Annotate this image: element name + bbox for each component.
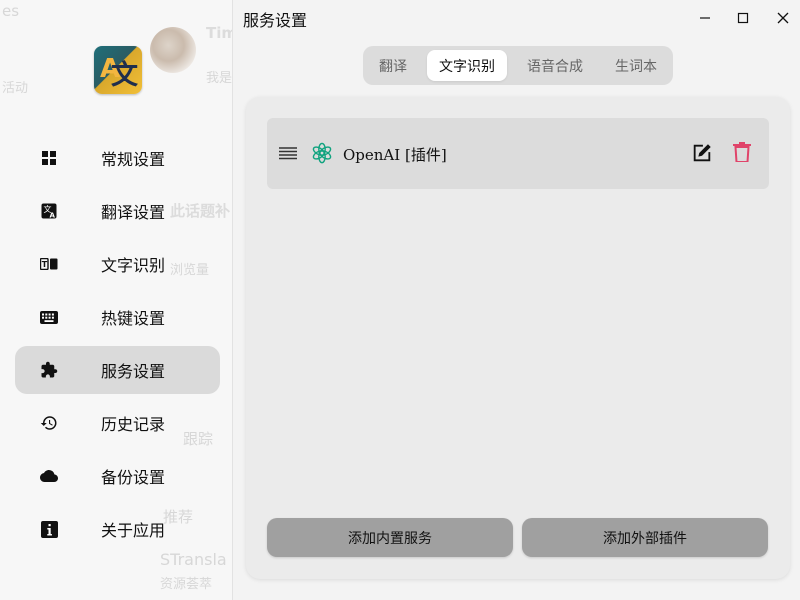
translate-icon: 文A [40,202,58,220]
add-external-plugin-button[interactable]: 添加外部插件 [522,518,768,557]
sidebar-item-label: 关于应用 [101,521,166,540]
sidebar-item-services[interactable]: 服务设置 [15,346,220,394]
tab-tts[interactable]: 语音合成 [515,50,595,81]
ghost-avatar [150,27,196,73]
drag-handle-icon[interactable] [279,145,297,164]
window-title: 服务设置 [243,11,308,30]
edit-icon[interactable] [691,142,713,168]
maximize-button[interactable] [728,4,758,32]
tab-translate[interactable]: 翻译 [367,50,419,81]
sidebar-item-label: 文字识别 [101,256,166,275]
keyboard-icon [40,308,58,326]
ocr-icon: T [40,255,58,273]
sidebar-item-label: 常规设置 [101,150,166,169]
svg-text:T: T [42,260,48,269]
ghost-text-greeting: 我是 [206,71,233,86]
cloud-icon [40,467,58,485]
sidebar-item-about[interactable]: 关于应用 [15,505,220,553]
info-icon [40,520,58,538]
sidebar-item-general[interactable]: 常规设置 [15,134,220,182]
sidebar: es 活动 Tim 我是 此话题补 浏览量 分享 跟踪 推荐 STransla … [0,0,233,600]
sidebar-item-label: 历史记录 [101,415,166,434]
service-settings-window: 服务设置 翻译 文字识别 语音合成 生词本 OpenAI [插件] 添加内置服务… [233,0,800,600]
service-item[interactable]: OpenAI [插件] [267,118,769,189]
sidebar-item-hotkey[interactable]: 热键设置 [15,293,220,341]
sidebar-item-backup[interactable]: 备份设置 [15,452,220,500]
ghost-text-activity: 活动 [2,81,29,96]
service-type-tabs: 翻译 文字识别 语音合成 生词本 [363,46,673,85]
openai-icon [311,142,333,168]
sidebar-item-ocr[interactable]: T 文字识别 [15,240,220,288]
grid-icon [40,149,58,167]
tab-vocabulary[interactable]: 生词本 [603,50,669,81]
app-logo: A文 [94,46,142,94]
close-button[interactable] [768,4,798,32]
add-builtin-service-button[interactable]: 添加内置服务 [267,518,513,557]
maximize-icon [737,12,749,24]
sidebar-item-history[interactable]: 历史记录 [15,399,220,447]
history-icon [40,414,58,432]
sidebar-item-label: 热键设置 [101,309,166,328]
minimize-button[interactable] [690,4,720,32]
sidebar-item-label: 翻译设置 [101,203,166,222]
puzzle-icon [40,361,58,379]
close-icon [777,12,789,24]
sidebar-item-label: 备份设置 [101,468,166,487]
service-list-panel: OpenAI [插件] 添加内置服务 添加外部插件 [246,97,790,579]
sidebar-item-translate[interactable]: 文A 翻译设置 [15,187,220,235]
svg-text:A: A [50,212,56,220]
tab-ocr[interactable]: 文字识别 [427,50,507,81]
trash-icon[interactable] [733,142,751,166]
ghost-text-es: es [2,2,20,20]
ghost-text-username: Tim [206,24,232,42]
service-name: OpenAI [插件] [343,146,447,164]
minimize-icon [700,17,710,19]
ghost-text-resource: 资源荟萃 [160,577,213,592]
sidebar-item-label: 服务设置 [101,362,166,381]
